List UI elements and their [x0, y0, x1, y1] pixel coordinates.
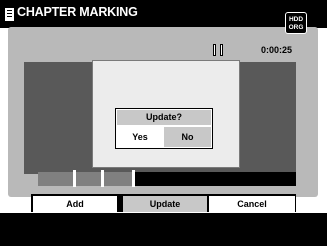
dialog-title: Update? — [117, 110, 211, 125]
pause-icon — [213, 44, 229, 57]
chapter-marker[interactable] — [72, 170, 76, 187]
hdd-org-badge: HDD ORG — [285, 12, 307, 34]
chapter-timeline[interactable] — [38, 170, 296, 187]
footer-strip — [0, 213, 327, 246]
add-button[interactable]: Add — [33, 196, 117, 212]
chapter-marker[interactable] — [101, 170, 104, 187]
chapter-marker[interactable] — [131, 170, 135, 187]
timecode: 0:00:25 — [261, 45, 293, 55]
cancel-button[interactable]: Cancel — [209, 196, 295, 212]
action-bar: Add Update Cancel — [31, 194, 296, 212]
yes-button[interactable]: Yes — [117, 127, 163, 147]
page-title: CHAPTER MARKING — [17, 5, 138, 19]
no-button[interactable]: No — [164, 127, 211, 147]
update-dialog: Update? Yes No — [115, 108, 213, 149]
timeline-progress — [38, 172, 134, 186]
chapter-marking-screen: CHAPTER MARKING 0:00:25 HDD ORG Update? … — [0, 0, 327, 246]
chapter-icon — [4, 7, 15, 22]
header-bar: CHAPTER MARKING — [0, 0, 327, 28]
update-button[interactable]: Update — [123, 196, 207, 212]
badge-line-1: HDD — [288, 16, 304, 23]
badge-line-2: ORG — [288, 23, 304, 31]
